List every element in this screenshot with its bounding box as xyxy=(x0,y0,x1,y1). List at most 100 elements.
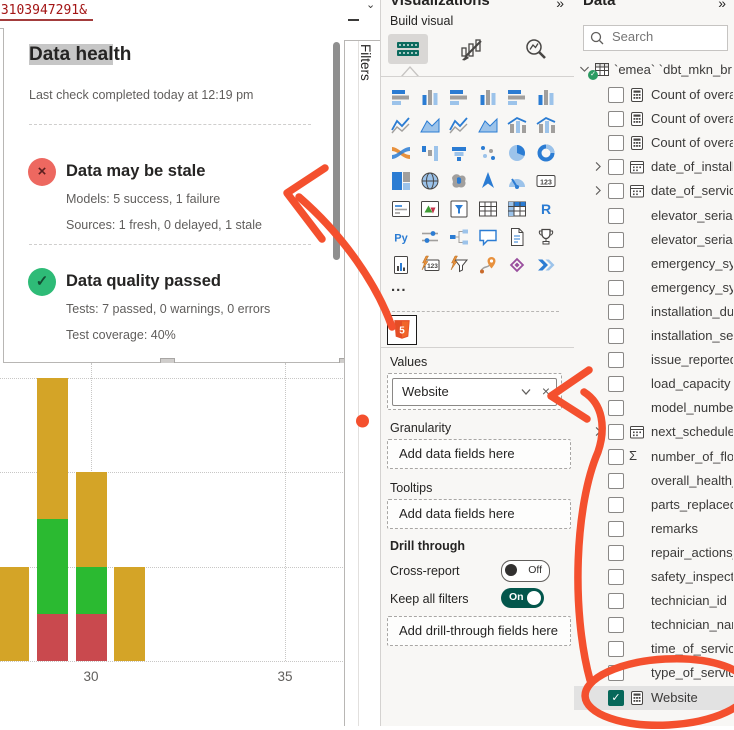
multi-row-card-icon[interactable] xyxy=(390,198,412,220)
tab-build-visual[interactable] xyxy=(388,34,428,64)
100-stacked-area-chart-icon[interactable] xyxy=(477,114,499,136)
field-checkbox[interactable] xyxy=(608,183,624,199)
decomposition-tree-icon[interactable] xyxy=(448,226,470,248)
field-row[interactable]: emergency_syst. xyxy=(574,252,734,276)
field-row[interactable]: elevator_serial_.. xyxy=(574,228,734,252)
field-row[interactable]: date_of_installa.. xyxy=(574,155,734,179)
field-row[interactable]: type_of_service xyxy=(574,661,734,685)
ribbon-chart-icon[interactable] xyxy=(390,142,412,164)
field-checkbox[interactable] xyxy=(608,473,624,489)
field-row[interactable]: emergency_syst. xyxy=(574,276,734,300)
tab-analytics[interactable] xyxy=(516,34,556,64)
field-checkbox[interactable] xyxy=(608,328,624,344)
kpi-icon[interactable] xyxy=(419,198,441,220)
table-icon[interactable] xyxy=(477,198,499,220)
field-row[interactable]: technician_name xyxy=(574,613,734,637)
bar-segment-gold[interactable] xyxy=(37,378,68,520)
scatter-chart-icon[interactable] xyxy=(477,142,499,164)
field-checkbox[interactable] xyxy=(608,569,624,585)
search-box[interactable] xyxy=(583,25,728,51)
field-row[interactable]: installation_serv. xyxy=(574,324,734,348)
field-checkbox[interactable] xyxy=(608,256,624,272)
cross-report-toggle[interactable]: Off xyxy=(501,560,550,582)
collapse-pane-icon[interactable]: » xyxy=(718,0,726,11)
bar-segment-gold[interactable] xyxy=(114,567,145,662)
table-row-root[interactable]: ✓`emea` `dbt_mkn_bron.. xyxy=(574,58,734,82)
funnel-chart-icon[interactable] xyxy=(448,142,470,164)
field-checkbox[interactable] xyxy=(608,352,624,368)
line-stacked-column-chart-icon[interactable] xyxy=(506,114,528,136)
field-checkbox[interactable] xyxy=(608,280,624,296)
field-checkbox[interactable] xyxy=(608,208,624,224)
bar-segment-green[interactable] xyxy=(37,519,68,614)
chevron-down-icon[interactable]: ⌄ xyxy=(366,0,375,11)
field-row[interactable]: date_of_service xyxy=(574,179,734,203)
field-checkbox[interactable] xyxy=(608,593,624,609)
bar-segment-green[interactable] xyxy=(76,567,107,614)
qna-visual-icon[interactable] xyxy=(477,226,499,248)
field-checkbox[interactable] xyxy=(608,304,624,320)
data-health-card-visual[interactable]: Data health Last check completed today a… xyxy=(3,28,346,363)
100-stacked-bar-chart-icon[interactable] xyxy=(506,86,528,108)
bar-segment-red[interactable] xyxy=(37,614,68,661)
waterfall-chart-icon[interactable] xyxy=(419,142,441,164)
r-script-visual-icon[interactable]: R xyxy=(535,198,557,220)
map-icon[interactable] xyxy=(419,170,441,192)
azure-map-icon[interactable] xyxy=(477,170,499,192)
keep-all-filters-toggle[interactable]: On xyxy=(501,588,544,608)
bar-segment-gold[interactable] xyxy=(0,567,29,662)
field-checkbox[interactable] xyxy=(608,521,624,537)
gauge-icon[interactable] xyxy=(506,170,528,192)
treemap-icon[interactable] xyxy=(390,170,412,192)
field-checkbox[interactable] xyxy=(608,87,624,103)
remove-field-icon[interactable]: × xyxy=(542,383,550,399)
stacked-column-chart-icon[interactable] xyxy=(419,86,441,108)
field-row[interactable]: load_capacity xyxy=(574,372,734,396)
stacked-histogram-visual[interactable]: 3035 xyxy=(0,363,347,730)
chevron-right-icon[interactable] xyxy=(592,159,605,179)
100-stacked-column-chart-icon[interactable] xyxy=(535,86,557,108)
bar-segment-gold[interactable] xyxy=(76,472,107,567)
chevron-right-icon[interactable] xyxy=(592,424,605,444)
field-row[interactable]: Count of overal.. xyxy=(574,107,734,131)
scroll-minus-icon[interactable] xyxy=(348,19,359,21)
clustered-bar-chart-icon[interactable] xyxy=(448,86,470,108)
field-row[interactable]: repair_actions_t. xyxy=(574,541,734,565)
stacked-bar-chart-icon[interactable] xyxy=(390,86,412,108)
tooltips-well[interactable]: Add data fields here xyxy=(387,499,571,529)
field-row[interactable]: Σnumber_of_floo. xyxy=(574,445,734,469)
field-checkbox[interactable] xyxy=(608,111,624,127)
html-content-visual-icon[interactable]: 5 xyxy=(387,315,417,345)
line-clustered-column-chart-icon[interactable] xyxy=(535,114,557,136)
granularity-well[interactable]: Add data fields here xyxy=(387,439,571,469)
field-row[interactable]: issue_reported xyxy=(574,348,734,372)
field-checkbox[interactable] xyxy=(608,159,624,175)
chevron-right-icon[interactable] xyxy=(592,183,605,203)
power-automate-icon[interactable] xyxy=(535,254,557,276)
field-checkbox[interactable] xyxy=(608,617,624,633)
slicer-icon[interactable] xyxy=(448,198,470,220)
field-checkbox[interactable] xyxy=(608,545,624,561)
drill-through-well[interactable]: Add drill-through fields here xyxy=(387,616,571,646)
field-checkbox[interactable] xyxy=(608,497,624,513)
quick-measure-icon[interactable]: 123 xyxy=(419,254,441,276)
field-row[interactable]: remarks xyxy=(574,517,734,541)
values-well[interactable]: Website × xyxy=(387,373,562,410)
field-row[interactable]: time_of_service xyxy=(574,637,734,661)
field-checkbox[interactable] xyxy=(608,449,624,465)
filters-pane-collapsed[interactable]: Filters xyxy=(358,44,373,81)
icon-map-icon[interactable] xyxy=(477,254,499,276)
parameter-slider-icon[interactable] xyxy=(419,226,441,248)
field-checkbox[interactable] xyxy=(608,232,624,248)
paginated-report-icon[interactable] xyxy=(506,226,528,248)
field-checkbox[interactable] xyxy=(608,135,624,151)
field-checkbox[interactable]: ✓ xyxy=(608,690,624,706)
metrics-icon[interactable] xyxy=(535,226,557,248)
area-chart-icon[interactable] xyxy=(419,114,441,136)
field-checkbox[interactable] xyxy=(608,641,624,657)
field-row[interactable]: Count of overal.. xyxy=(574,83,734,107)
search-input[interactable] xyxy=(610,28,724,45)
field-row[interactable]: Count of overal.. xyxy=(574,131,734,155)
card-scrollbar[interactable] xyxy=(333,42,340,260)
field-row[interactable]: installation_dur.. xyxy=(574,300,734,324)
